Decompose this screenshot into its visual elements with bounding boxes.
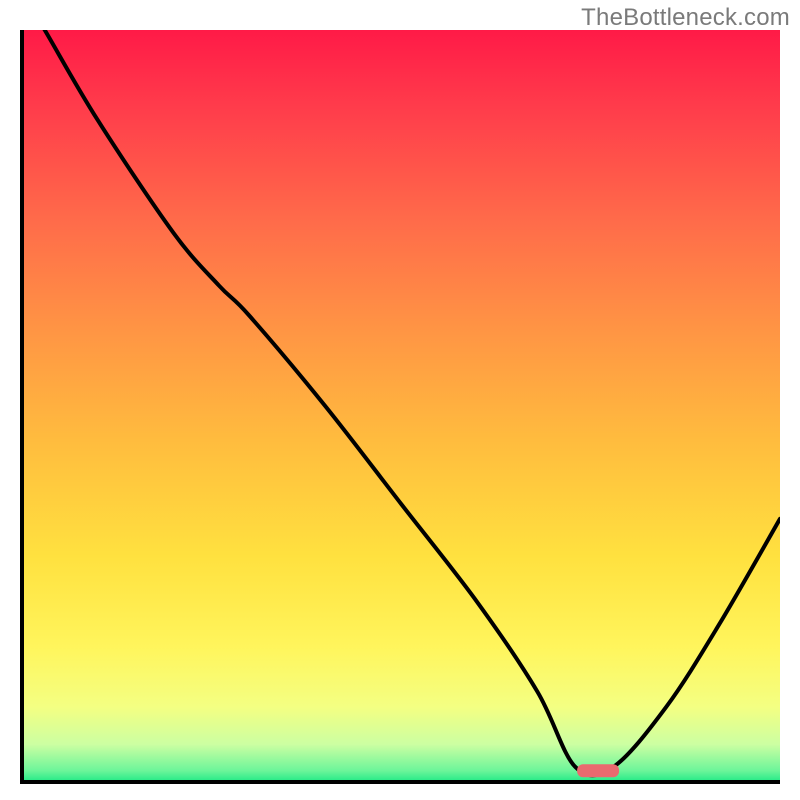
bottleneck-marker [577, 764, 619, 777]
chart-svg [0, 0, 800, 800]
chart-stage: TheBottleneck.com [0, 0, 800, 800]
gradient-panel [22, 30, 780, 782]
